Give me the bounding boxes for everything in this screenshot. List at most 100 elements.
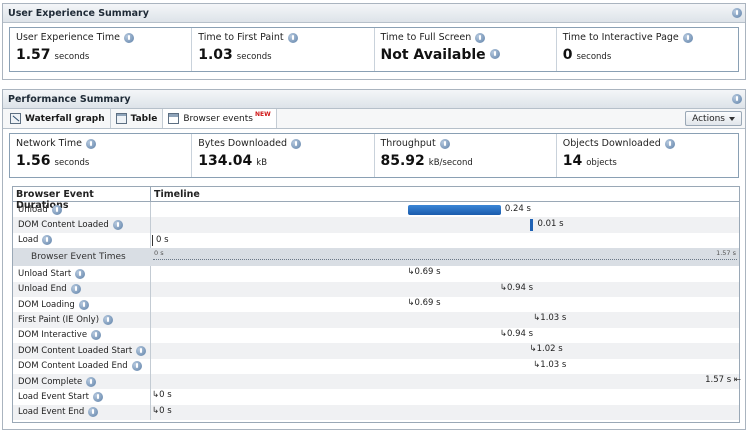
row-label: DOM Content Loaded End [13, 358, 151, 374]
ux-metrics: User Experience Time 1.57 seconds Time to… [9, 27, 739, 72]
metric-value: 1.57 [16, 47, 51, 63]
duration-row[interactable]: Unload 0.24 s [13, 202, 739, 218]
row-label: Unload End [13, 281, 151, 297]
timeline-axis: 0 s 1.57 s [151, 248, 739, 266]
timeline-cell: ↳0 s [151, 405, 739, 420]
actions-button[interactable]: Actions [685, 111, 742, 126]
info-icon[interactable] [439, 138, 450, 149]
performance-summary-header: Performance Summary [3, 90, 745, 109]
event-time-label: 0.94 s [506, 282, 534, 293]
event-time-marker[interactable]: ↳0.69 s [407, 298, 440, 308]
row-label: DOM Content Loaded [13, 217, 151, 233]
event-time-row[interactable]: DOM Content Loaded End ↳1.03 s [13, 358, 739, 374]
metric-time-to-first-paint: Time to First Paint 1.03 seconds [192, 28, 375, 71]
info-icon[interactable] [123, 32, 134, 43]
row-label-text: Load Event End [18, 407, 85, 418]
tab-browser-events[interactable]: Browser events NEW [163, 109, 277, 128]
event-time-marker[interactable]: ↳0.94 s [500, 329, 533, 339]
duration-row[interactable]: Load 0 s [13, 232, 739, 249]
info-icon[interactable] [51, 204, 62, 215]
row-label: DOM Content Loaded Start [13, 343, 151, 359]
info-icon[interactable] [70, 284, 81, 295]
event-time-label: 1.57 s [705, 374, 732, 385]
info-icon[interactable] [664, 138, 675, 149]
timeline-cell: ↳0.94 s [151, 328, 739, 343]
performance-summary-title: Performance Summary [8, 93, 131, 105]
event-time-row[interactable]: DOM Content Loaded Start ↳1.02 s [13, 343, 739, 359]
event-time-label: 0 s [159, 390, 172, 401]
info-icon[interactable] [131, 361, 142, 372]
help-icon[interactable] [732, 8, 742, 18]
row-label-text: DOM Loading [18, 299, 75, 310]
zero-duration-mark [152, 234, 153, 246]
event-time-row[interactable]: DOM Loading ↳0.69 s [13, 296, 739, 313]
duration-bar[interactable] [408, 205, 501, 215]
duration-value-label: 0.01 s [537, 219, 564, 230]
info-icon[interactable] [88, 407, 99, 418]
info-icon[interactable] [75, 268, 86, 279]
info-icon[interactable] [291, 138, 302, 149]
info-icon[interactable] [489, 49, 500, 59]
event-time-row[interactable]: Load Event Start ↳0 s [13, 389, 739, 405]
metric-bytes-downloaded: Bytes Downloaded 134.04 kB [192, 134, 375, 177]
row-label-text: Unload End [18, 284, 67, 295]
event-time-label: 0 s [159, 405, 172, 416]
timeline-cell: ↳0.94 s [151, 282, 739, 297]
event-time-marker[interactable]: ↳0.94 s [500, 283, 533, 293]
time-rows: Unload Start ↳0.69 s Unload End ↳0.94 s DOM … [13, 266, 741, 421]
event-time-marker[interactable]: ↳1.03 s [533, 313, 566, 323]
info-icon[interactable] [475, 32, 486, 43]
section-row-browser-event-times: Browser Event Times 0 s 1.57 s [13, 248, 739, 267]
metric-label: Time to Full Screen [380, 32, 472, 43]
event-time-marker[interactable]: ↳1.03 s [533, 360, 566, 370]
tab-table[interactable]: Table [111, 109, 164, 128]
duration-row[interactable]: DOM Content Loaded 0.01 s [13, 217, 739, 233]
event-time-row[interactable]: DOM Interactive ↳0.94 s [13, 327, 739, 344]
row-label: DOM Loading [13, 296, 151, 313]
event-time-label: 1.03 s [540, 359, 567, 370]
arrow-marker-icon: ↳ [529, 344, 537, 355]
event-time-label: 0.69 s [414, 267, 441, 278]
arrow-marker-icon: ↳ [499, 282, 507, 293]
event-time-row[interactable]: Load Event End ↳0 s [13, 404, 739, 421]
timeline-cell: ↳0.69 s [151, 266, 739, 281]
event-time-row[interactable]: DOM Complete 1.57 s ⇤ [13, 373, 741, 390]
row-label-text: DOM Content Loaded End [18, 361, 128, 372]
info-icon[interactable] [91, 330, 102, 341]
event-time-row[interactable]: First Paint (IE Only) ↳1.03 s [13, 312, 739, 328]
event-time-marker[interactable]: 1.57 s ⇤ [705, 375, 741, 385]
info-icon[interactable] [682, 32, 693, 43]
column-header-durations[interactable]: Browser Event Durations [13, 187, 151, 211]
event-time-row[interactable]: Unload End ↳0.94 s [13, 281, 739, 297]
tab-waterfall-graph[interactable]: Waterfall graph [5, 109, 111, 128]
event-time-row[interactable]: Unload Start ↳0.69 s [13, 266, 739, 282]
metric-label: Objects Downloaded [562, 138, 661, 149]
info-icon[interactable] [42, 235, 53, 246]
metric-label: Throughput [380, 138, 436, 149]
info-icon[interactable] [287, 32, 298, 43]
row-label: Load Event Start [13, 389, 151, 405]
caret-down-icon [729, 116, 735, 121]
info-icon[interactable] [85, 138, 96, 149]
info-icon[interactable] [112, 220, 123, 231]
info-icon[interactable] [92, 391, 103, 402]
column-header-timeline[interactable]: Timeline [151, 187, 739, 201]
info-icon[interactable] [136, 345, 147, 356]
event-time-marker[interactable]: ↳0 s [152, 406, 172, 416]
event-time-marker[interactable]: ↳1.02 s [529, 344, 562, 354]
duration-bar[interactable] [530, 219, 534, 232]
metric-unit: objects [586, 158, 617, 168]
metric-value: 134.04 [198, 153, 253, 169]
event-time-marker[interactable]: ↳0.69 s [407, 267, 440, 277]
info-icon[interactable] [86, 376, 97, 387]
info-icon[interactable] [78, 299, 89, 310]
row-label: DOM Complete [13, 373, 151, 390]
metric-value: 14 [562, 153, 583, 169]
waterfall-icon [10, 113, 21, 124]
row-label-text: First Paint (IE Only) [18, 315, 100, 326]
event-time-label: 0.69 s [414, 297, 441, 308]
info-icon[interactable] [103, 315, 114, 326]
event-time-marker[interactable]: ↳0 s [152, 390, 172, 400]
metric-unit: seconds [576, 52, 612, 62]
help-icon[interactable] [732, 94, 742, 104]
